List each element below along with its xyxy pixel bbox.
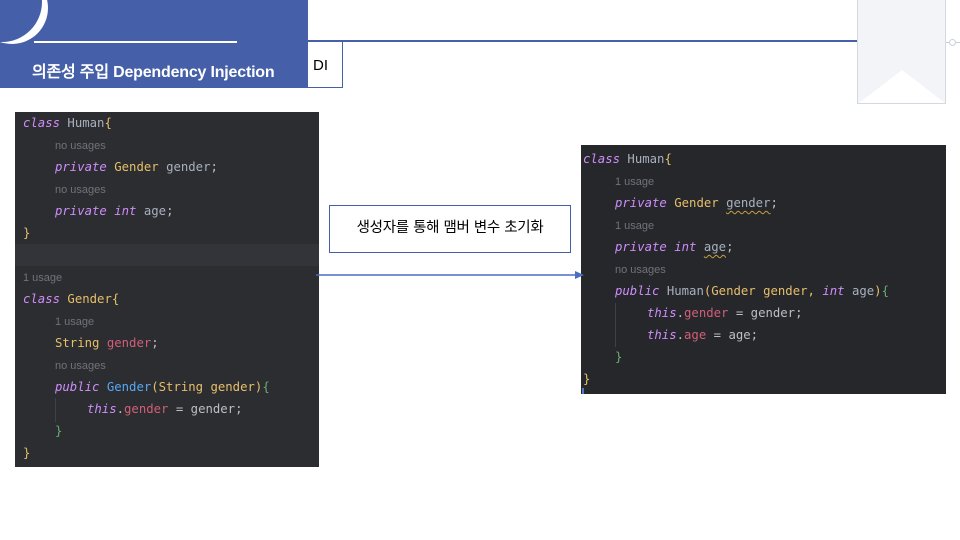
callout-text: 생성자를 통해 맴버 변수 초기화 <box>356 220 544 236</box>
arrow-head <box>575 271 584 279</box>
callout-box: 생성자를 통해 맴버 변수 초기화 <box>329 205 571 253</box>
arrow-connector <box>316 271 584 279</box>
